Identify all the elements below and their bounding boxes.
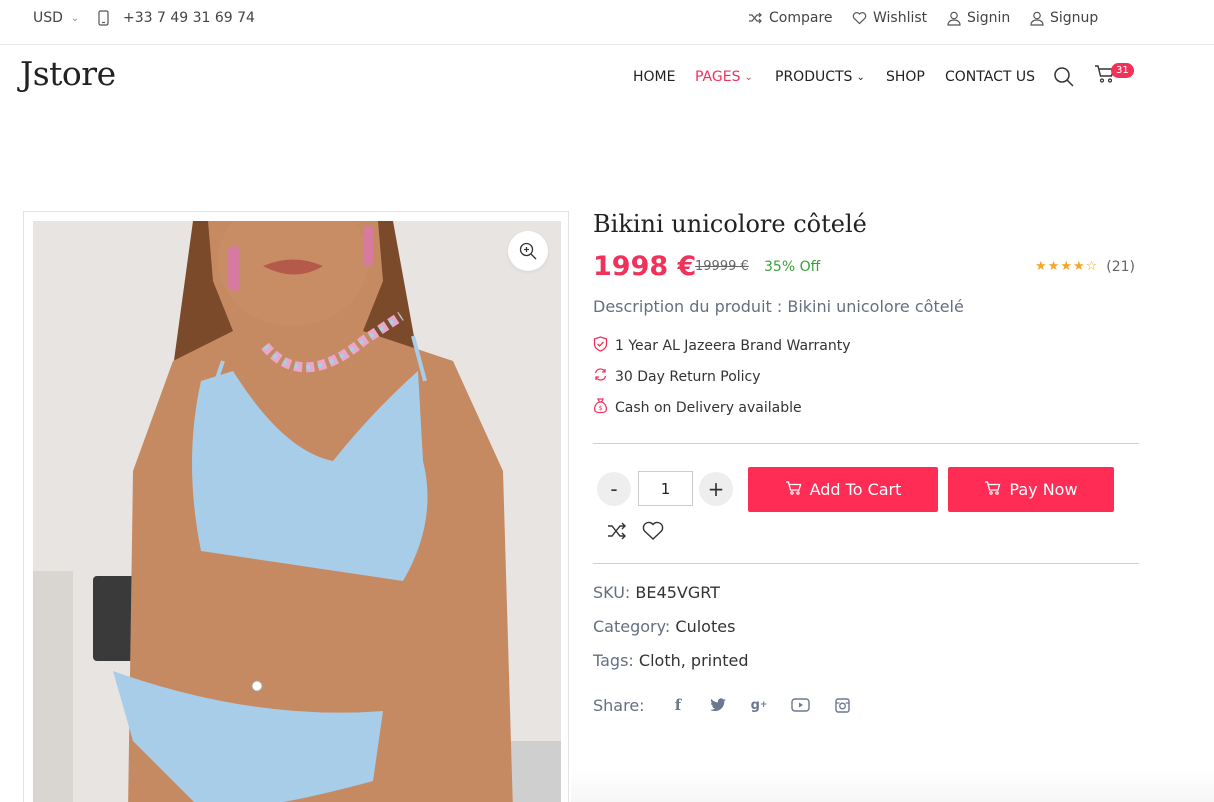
product-image-frame xyxy=(23,211,569,802)
nav-contact-label: CONTACT US xyxy=(945,69,1035,85)
chevron-down-icon: ⌄ xyxy=(856,71,865,83)
feature-cod-text: Cash on Delivery available xyxy=(615,400,802,416)
cart-count-badge: 31 xyxy=(1111,63,1134,78)
nav-products-label: PRODUCTS xyxy=(775,69,853,85)
nav-products[interactable]: PRODUCTS ⌄ xyxy=(775,69,865,85)
top-bar: USD ⌄ +33 7 49 31 69 74 Compare Wishlist… xyxy=(0,0,1214,45)
site-logo[interactable]: Jstore xyxy=(20,54,116,93)
signup-label: Signup xyxy=(1050,10,1099,26)
rating-count: (21) xyxy=(1106,259,1136,275)
currency-label: USD xyxy=(33,10,63,26)
pay-now-label: Pay Now xyxy=(1009,480,1078,499)
star-filled-icon: ★ xyxy=(1047,259,1060,274)
quantity-input[interactable] xyxy=(638,471,693,506)
phone-text: +33 7 49 31 69 74 xyxy=(123,10,255,26)
scroll-shadow xyxy=(571,770,1214,802)
product-old-price: 19999 € xyxy=(695,259,749,274)
youtube-icon[interactable] xyxy=(790,695,810,715)
add-to-cart-label: Add To Cart xyxy=(809,480,902,499)
sku-label: SKU: xyxy=(593,583,631,602)
compare-link[interactable]: Compare xyxy=(748,10,833,26)
product-photo-illustration xyxy=(33,221,561,802)
user-icon xyxy=(1030,11,1044,26)
phone-number[interactable]: +33 7 49 31 69 74 xyxy=(98,10,255,26)
signin-label: Signin xyxy=(967,10,1011,26)
star-empty-icon: ☆ xyxy=(1085,259,1098,274)
nav-shop[interactable]: SHOP xyxy=(886,69,925,85)
product-title: Bikini unicolore côtelé xyxy=(593,210,867,238)
divider xyxy=(593,563,1139,564)
cart-icon xyxy=(785,480,802,500)
quantity-increase-button[interactable]: + xyxy=(699,472,733,506)
tag-link[interactable]: Cloth xyxy=(639,651,681,670)
product-sku: SKU: BE45VGRT xyxy=(593,583,720,602)
feature-return-text: 30 Day Return Policy xyxy=(615,368,761,385)
refresh-icon xyxy=(593,367,608,386)
shield-icon xyxy=(593,336,608,356)
discount-badge: 35% Off xyxy=(764,259,821,275)
star-filled-icon: ★ xyxy=(1035,259,1047,274)
quantity-decrease-button[interactable]: - xyxy=(597,472,631,506)
google-plus-icon[interactable]: g + xyxy=(749,695,769,715)
search-icon[interactable] xyxy=(1053,66,1075,92)
nav-pages[interactable]: PAGES ⌄ xyxy=(695,69,753,85)
category-link[interactable]: Culotes xyxy=(675,617,735,636)
nav-home-label: HOME xyxy=(633,69,676,85)
feature-warranty-text: 1 Year AL Jazeera Brand Warranty xyxy=(615,338,851,354)
product-price: 1998 € xyxy=(593,251,697,282)
nav-shop-label: SHOP xyxy=(886,69,925,85)
nav-home[interactable]: HOME xyxy=(633,69,675,85)
twitter-icon[interactable] xyxy=(708,695,728,715)
add-to-cart-button[interactable]: Add To Cart xyxy=(748,467,938,512)
chevron-down-icon: ⌄ xyxy=(70,12,80,24)
zoom-in-icon[interactable] xyxy=(508,231,548,271)
nav-contact[interactable]: CONTACT US xyxy=(945,69,1035,85)
category-label: Category: xyxy=(593,617,671,636)
product-rating[interactable]: ★ ★ ★ ★ ☆ (21) xyxy=(1035,259,1135,275)
star-filled-icon: ★ xyxy=(1060,259,1072,274)
share-label: Share: xyxy=(593,696,645,715)
feature-return: 30 Day Return Policy xyxy=(593,367,761,386)
tag-separator: , xyxy=(680,651,691,670)
svg-text:$: $ xyxy=(599,405,603,412)
cart-icon xyxy=(984,480,1001,500)
currency-selector[interactable]: USD ⌄ xyxy=(33,10,79,26)
nav-pages-label: PAGES xyxy=(695,69,741,85)
compare-label: Compare xyxy=(769,10,833,26)
feature-warranty: 1 Year AL Jazeera Brand Warranty xyxy=(593,336,851,356)
product-description: Description du produit : Bikini unicolor… xyxy=(593,297,964,316)
mobile-phone-icon xyxy=(98,10,109,26)
money-bag-icon: $ xyxy=(593,398,608,418)
user-icon xyxy=(947,11,961,26)
product-category: Category: Culotes xyxy=(593,617,735,636)
pay-now-button[interactable]: Pay Now xyxy=(948,467,1114,512)
tag-link[interactable]: printed xyxy=(691,651,749,670)
tags-label: Tags: xyxy=(593,651,634,670)
heart-icon xyxy=(852,11,867,25)
heart-icon[interactable] xyxy=(641,520,665,546)
feature-cod: $ Cash on Delivery available xyxy=(593,398,802,418)
sku-value: BE45VGRT xyxy=(635,583,720,602)
shuffle-icon[interactable] xyxy=(606,520,628,546)
facebook-icon[interactable]: f xyxy=(668,695,688,715)
shuffle-icon xyxy=(748,12,763,24)
signup-link[interactable]: Signup xyxy=(1030,10,1098,26)
divider xyxy=(593,443,1139,444)
product-image[interactable] xyxy=(33,221,561,802)
chevron-down-icon: ⌄ xyxy=(744,71,753,83)
star-filled-icon: ★ xyxy=(1072,259,1085,274)
signin-link[interactable]: Signin xyxy=(947,10,1010,26)
wishlist-link[interactable]: Wishlist xyxy=(852,10,927,26)
instagram-icon[interactable] xyxy=(832,695,852,715)
wishlist-label: Wishlist xyxy=(873,10,928,26)
product-tags: Tags: Cloth, printed xyxy=(593,651,749,670)
